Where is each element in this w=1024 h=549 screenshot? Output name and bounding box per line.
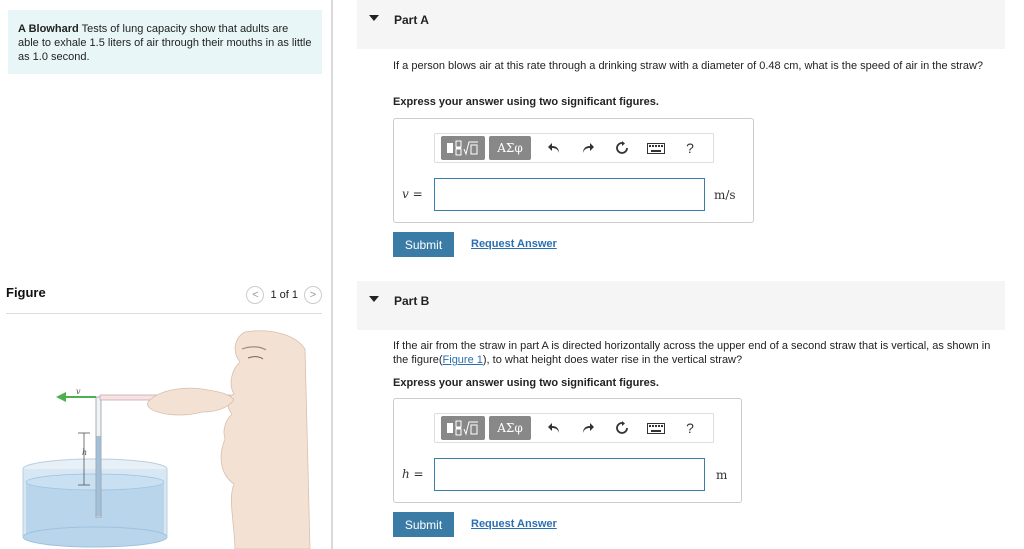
templates-icon <box>447 420 478 436</box>
part-b-math-toolbar: ΑΣφ ? <box>434 413 714 443</box>
airflow-arrow-head <box>56 392 66 402</box>
figure-pager: < 1 of 1 > <box>246 286 322 304</box>
figure-link[interactable]: Figure 1 <box>443 354 483 366</box>
help-icon[interactable]: ? <box>679 416 701 440</box>
straw-figure-illustration: v h <box>22 330 311 549</box>
hand-shape <box>147 387 235 416</box>
part-b-request-answer-link[interactable]: Request Answer <box>471 518 557 530</box>
redo-icon[interactable] <box>577 416 599 440</box>
reset-icon[interactable] <box>611 136 633 160</box>
figure-title: Figure <box>6 285 46 300</box>
chevron-right-icon: > <box>309 289 317 301</box>
undo-icon[interactable] <box>543 136 565 160</box>
caret-down-icon[interactable] <box>369 296 379 302</box>
problem-title: A Blowhard <box>18 23 79 35</box>
water-surface <box>25 473 165 491</box>
part-b-instruction: Express your answer using two significan… <box>393 377 659 389</box>
water-in-straw <box>96 436 101 516</box>
greek-symbols-button[interactable]: ΑΣφ <box>489 136 531 160</box>
part-b-submit-button[interactable]: Submit <box>393 512 454 537</box>
part-b-question: If the air from the straw in part A is d… <box>393 339 1005 367</box>
height-label: h <box>82 448 87 457</box>
chevron-left-icon: < <box>252 289 259 301</box>
problem-statement: A Blowhard Tests of lung capacity show t… <box>8 10 322 74</box>
part-a-submit-button[interactable]: Submit <box>393 232 454 257</box>
part-a-instruction: Express your answer using two significan… <box>393 96 659 108</box>
part-a-answer-box: ΑΣφ ? v = m/s <box>393 118 754 223</box>
greek-symbols-button[interactable]: ΑΣφ <box>489 416 531 440</box>
templates-button[interactable] <box>441 136 485 160</box>
part-a-answer-input[interactable] <box>434 178 705 211</box>
part-a-math-toolbar: ΑΣφ ? <box>434 133 714 163</box>
part-b-answer-box: ΑΣφ ? h = m <box>393 398 742 503</box>
caret-down-icon[interactable] <box>369 15 379 21</box>
answer-panel: Part A If a person blows air at this rat… <box>335 0 1024 549</box>
problem-panel: A Blowhard Tests of lung capacity show t… <box>0 0 333 549</box>
templates-icon <box>447 140 478 156</box>
keyboard-icon[interactable] <box>645 416 667 440</box>
reset-icon[interactable] <box>611 416 633 440</box>
next-figure-button[interactable]: > <box>304 286 322 304</box>
part-b-answer-input[interactable] <box>434 458 705 491</box>
part-b-variable-label: h = <box>402 467 424 481</box>
figure-header: Figure < 1 of 1 > <box>6 282 322 314</box>
keyboard-icon[interactable] <box>645 136 667 160</box>
part-a-question: If a person blows air at this rate throu… <box>393 60 984 72</box>
container-bottom <box>22 526 168 548</box>
figure-page-count: 1 of 1 <box>270 289 298 301</box>
part-a-unit-label: m/s <box>714 188 736 202</box>
help-icon[interactable]: ? <box>679 136 701 160</box>
figure-image: v h <box>20 324 320 549</box>
part-b-title: Part B <box>394 294 430 308</box>
redo-icon[interactable] <box>577 136 599 160</box>
part-a-header[interactable]: Part A <box>357 0 1005 49</box>
velocity-label: v <box>76 387 81 396</box>
part-b-unit-label: m <box>716 468 728 482</box>
part-a-request-answer-link[interactable]: Request Answer <box>471 238 557 250</box>
prev-figure-button[interactable]: < <box>246 286 265 304</box>
part-a-variable-label: v = <box>402 187 423 201</box>
undo-icon[interactable] <box>543 416 565 440</box>
templates-button[interactable] <box>441 416 485 440</box>
part-a-title: Part A <box>394 13 429 27</box>
part-b-header[interactable]: Part B <box>357 281 1005 330</box>
face-shape <box>220 330 311 549</box>
part-b-question-tail: ), to what height does water rise in the… <box>482 354 743 366</box>
